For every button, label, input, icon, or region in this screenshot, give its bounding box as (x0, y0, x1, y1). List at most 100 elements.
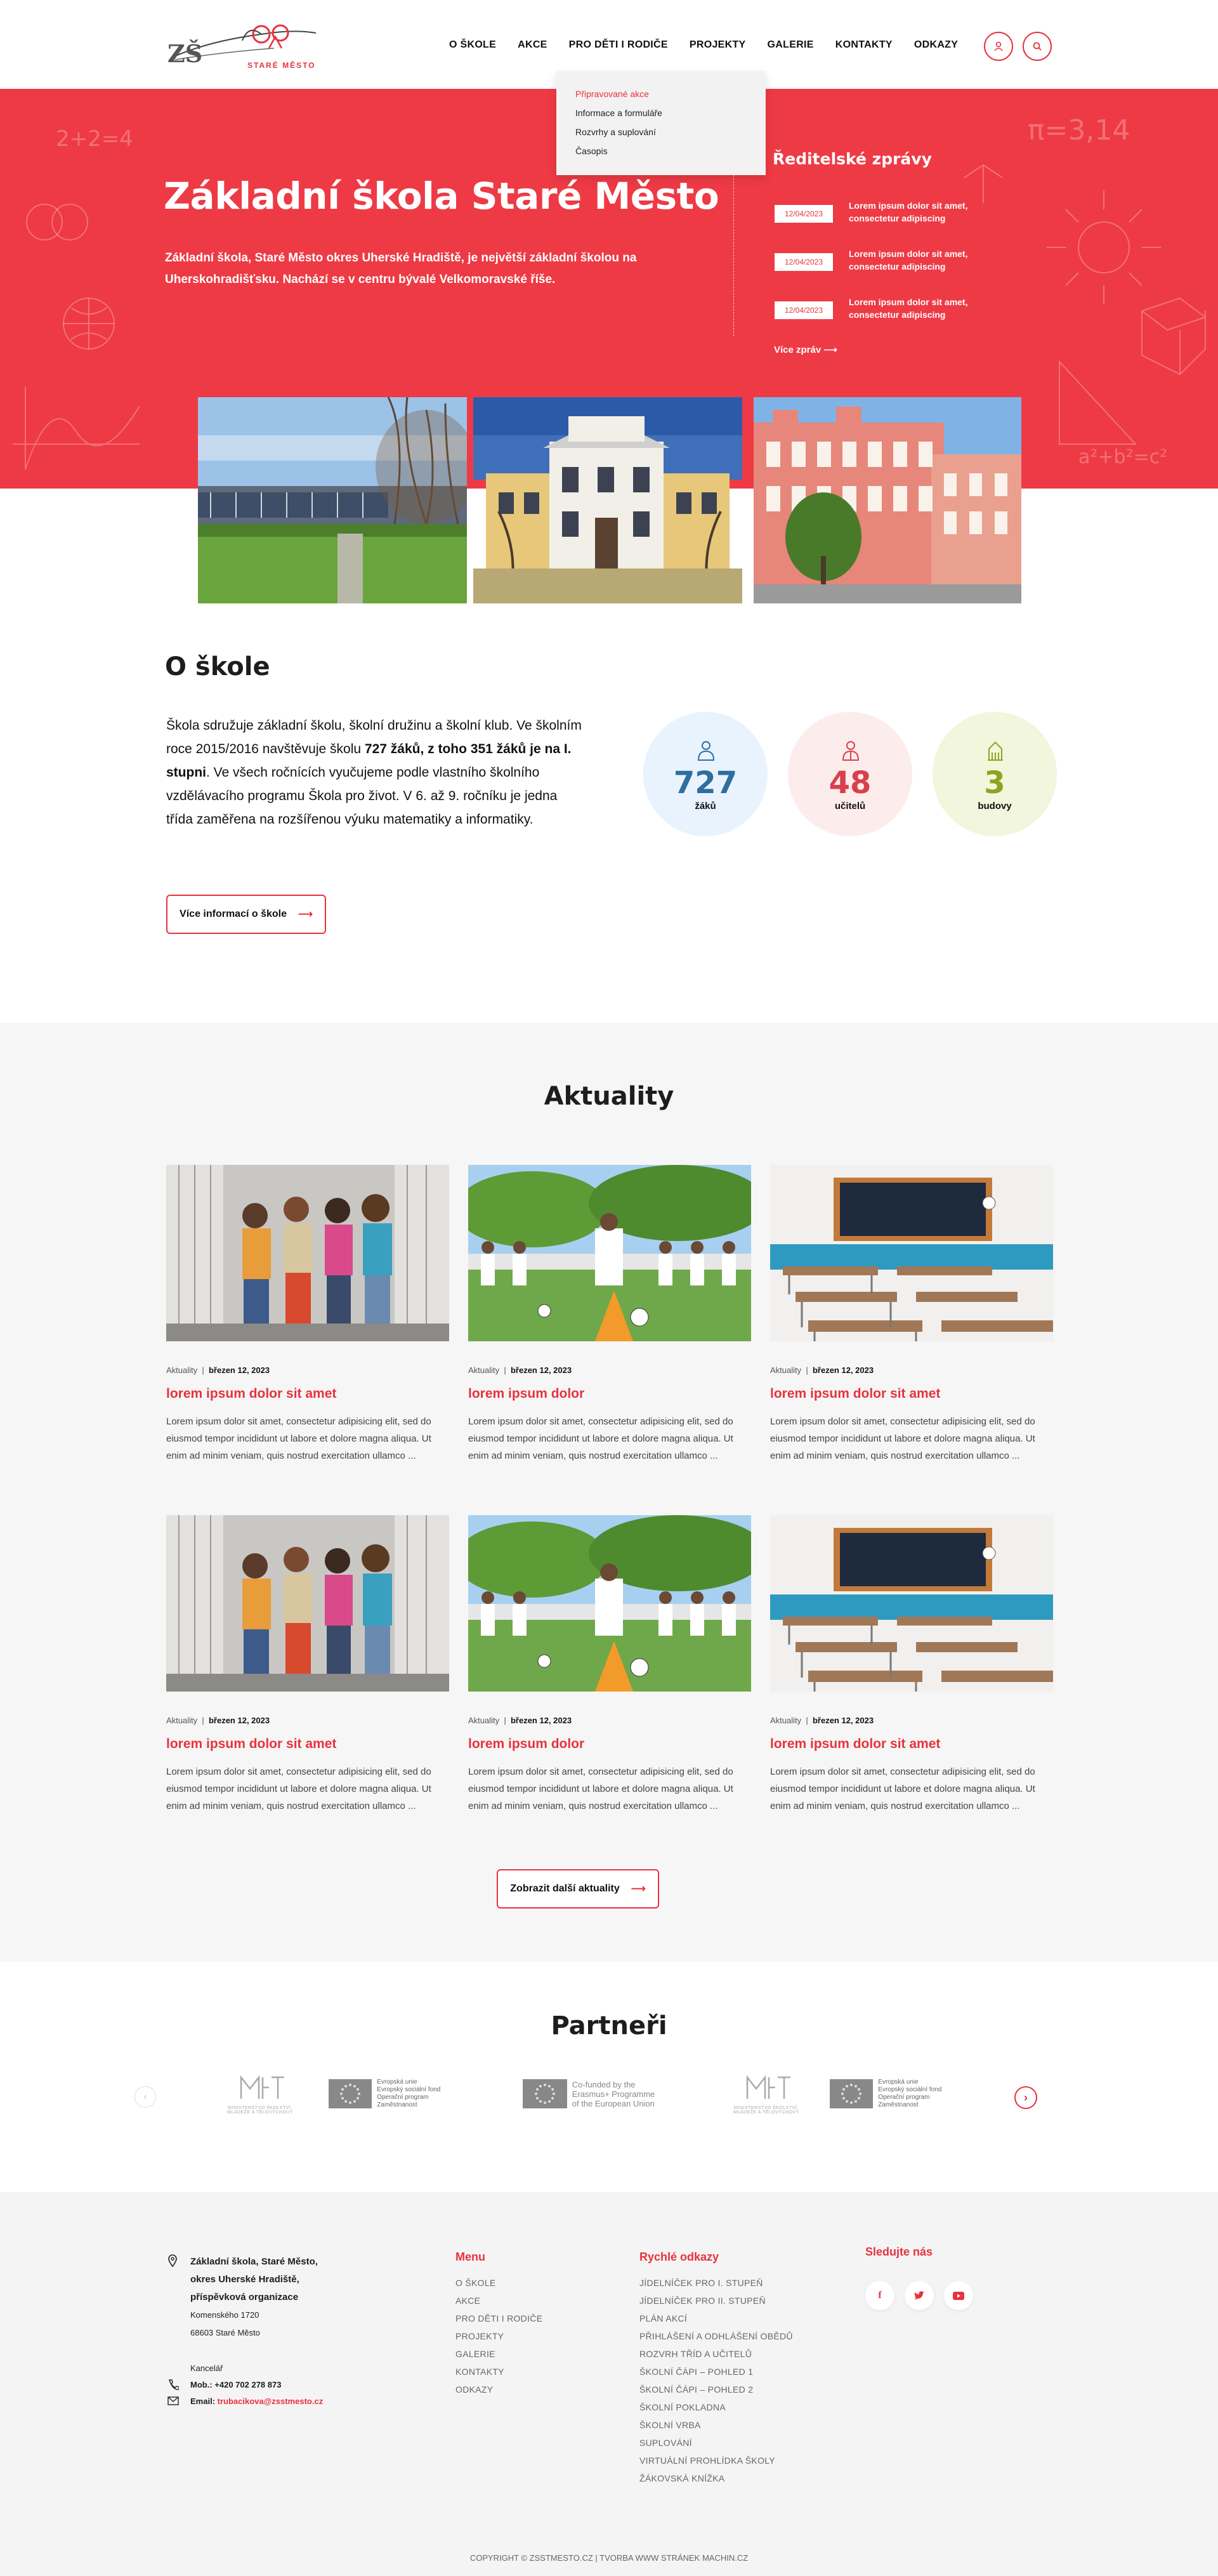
director-news-item[interactable]: 12/04/2023 Lorem ipsum dolor sit amet, c… (775, 293, 1042, 331)
office-label: Kancelář (190, 2363, 223, 2373)
news-meta: Aktuality | březen 12, 2023 (770, 1365, 874, 1375)
news-card[interactable]: Aktuality | březen 12, 2023 lorem ipsum … (468, 1165, 751, 1464)
esf-line: Evropská unie (377, 2079, 417, 2086)
more-news-button-label: Zobrazit další aktuality (510, 1883, 620, 1894)
footer-menu-item[interactable]: PRO DĚTI I RODIČE (455, 2313, 542, 2323)
dropdown-item-pripravovane-akce[interactable]: Připravované akce (575, 89, 747, 99)
footer-social-title: Sledujte nás (865, 2245, 933, 2258)
address-city: 68603 Staré Město (190, 2328, 260, 2337)
news-excerpt: Lorem ipsum dolor sit amet, consectetur … (468, 1416, 733, 1461)
stat-number: 3 (984, 765, 1005, 801)
news-card[interactable]: Aktuality | březen 12, 2023 lorem ipsum … (770, 1165, 1053, 1464)
partner-logo-esf[interactable]: Evropská unie Evropský sociální fond Opera… (830, 2072, 969, 2116)
partner-logo-msmt[interactable]: MINISTERSTVO ŠKOLSTVÍ, MLÁDEŽE A TĚLOVÝC… (190, 2072, 330, 2116)
director-news-item[interactable]: 12/04/2023 Lorem ipsum dolor sit amet, c… (775, 197, 1042, 235)
news-card[interactable]: Aktuality | březen 12, 2023 lorem ipsum … (770, 1515, 1053, 1815)
svg-text:a²+b²=c²: a²+b²=c² (1078, 446, 1167, 468)
news-image-kids-corridor (166, 1165, 449, 1341)
footer-phone[interactable]: Mob.: +420 702 278 873 (190, 2380, 281, 2389)
news-card-title[interactable]: lorem ipsum dolor sit amet (770, 1737, 1053, 1752)
news-card[interactable]: Aktuality | březen 12, 2023 lorem ipsum … (166, 1515, 449, 1815)
quick-link[interactable]: VIRTUÁLNÍ PROHLÍDKA ŠKOLY (639, 2455, 793, 2466)
user-icon (994, 41, 1003, 51)
news-date: 12/04/2023 (775, 205, 833, 223)
stat-label: žáků (695, 801, 716, 812)
news-excerpt: Lorem ipsum dolor sit amet, consectetur … (166, 1766, 431, 1811)
news-meta: Aktuality | březen 12, 2023 (166, 1716, 270, 1725)
quick-link[interactable]: ROZVRH TŘÍD A UČITELŮ (639, 2349, 793, 2359)
more-news-button[interactable]: Zobrazit další aktuality ⟶ (497, 1869, 659, 1909)
quick-link[interactable]: ŠKOLNÍ ČÁPI – POHLED 2 (639, 2384, 793, 2395)
address-street: Komenského 1720 (190, 2310, 259, 2320)
youtube-button[interactable] (944, 2281, 973, 2310)
news-card[interactable]: Aktuality | březen 12, 2023 lorem ipsum … (166, 1165, 449, 1464)
partner-logo-msmt[interactable]: MINISTERSTVO ŠKOLSTVÍ, MLÁDEŽE A TĚLOVÝC… (697, 2072, 836, 2116)
about-more-button[interactable]: Více informací o škole ⟶ (166, 895, 326, 934)
nav-item-pro-deti[interactable]: PRO DĚTI I RODIČE (569, 39, 668, 51)
news-card-title[interactable]: lorem ipsum dolor sit amet (770, 1386, 1053, 1402)
partners-prev-button[interactable]: ‹ (134, 2086, 156, 2108)
quick-link[interactable]: ŽÁKOVSKÁ KNÍŽKA (639, 2473, 793, 2483)
footer-menu-item[interactable]: GALERIE (455, 2349, 542, 2359)
nav-item-galerie[interactable]: GALERIE (768, 39, 814, 51)
school-logo[interactable]: ZŠ STARÉ MĚSTO (166, 15, 321, 74)
login-button[interactable] (984, 32, 1013, 61)
dropdown-item-rozvrhy[interactable]: Rozvrhy a suplování (575, 127, 747, 137)
partner-logo-erasmus[interactable]: Co-funded by the Erasmus+ Programme of the… (519, 2072, 658, 2116)
about-title: O škole (165, 652, 270, 681)
footer-email[interactable]: Email: trubacikova@zsstmesto.cz (190, 2396, 323, 2406)
dropdown-item-informace[interactable]: Informace a formuláře (575, 108, 747, 118)
news-excerpt: Lorem ipsum dolor sit amet, consectetur … (166, 1416, 431, 1461)
footer-menu-item[interactable]: O ŠKOLE (455, 2278, 542, 2288)
arrow-right-icon: ⟶ (631, 1884, 646, 1895)
logo-text: ZŠ (167, 39, 203, 68)
news-category: Aktuality (166, 1716, 198, 1725)
news-card[interactable]: Aktuality | březen 12, 2023 lorem ipsum … (468, 1515, 751, 1815)
news-card-title[interactable]: lorem ipsum dolor sit amet (166, 1737, 449, 1752)
facebook-button[interactable]: f (865, 2281, 894, 2310)
social-links: f (865, 2281, 973, 2310)
quick-link[interactable]: ŠKOLNÍ ČÁPI – POHLED 1 (639, 2367, 793, 2377)
about-text: Škola sdružuje základní školu, školní dr… (166, 714, 585, 831)
director-news-item[interactable]: 12/04/2023 Lorem ipsum dolor sit amet, c… (775, 245, 1042, 283)
nav-item-projekty[interactable]: PROJEKTY (690, 39, 746, 51)
quick-link[interactable]: JÍDELNÍČEK PRO I. STUPEŇ (639, 2278, 793, 2288)
news-card-title[interactable]: lorem ipsum dolor (468, 1386, 751, 1402)
footer-menu-item[interactable]: PROJEKTY (455, 2331, 542, 2341)
quick-link[interactable]: ŠKOLNÍ POKLADNA (639, 2402, 793, 2412)
quick-link[interactable]: ŠKOLNÍ VRBA (639, 2420, 793, 2430)
nav-item-odkazy[interactable]: ODKAZY (914, 39, 958, 51)
quick-link[interactable]: PŘIHLÁŠENÍ A ODHLÁŠENÍ OBĚDŮ (639, 2331, 793, 2341)
footer-menu-item[interactable]: KONTAKTY (455, 2367, 542, 2377)
map-pin-icon (168, 2254, 177, 2267)
twitter-button[interactable] (905, 2281, 934, 2310)
dropdown-item-casopis[interactable]: Časopis (575, 146, 747, 156)
news-date: 12/04/2023 (775, 301, 833, 319)
nav-item-o-skole[interactable]: O ŠKOLE (449, 39, 496, 51)
quick-link[interactable]: PLÁN AKCÍ (639, 2313, 793, 2323)
partner-logo-esf[interactable]: Evropská unie Evropský sociální fond Opera… (329, 2072, 468, 2116)
esf-line: Operační program Zaměstnanost (878, 2094, 930, 2108)
hero-title: Základní škola Staré Město (164, 174, 719, 218)
quick-link[interactable]: JÍDELNÍČEK PRO II. STUPEŇ (639, 2296, 793, 2306)
news-text: Lorem ipsum dolor sit amet, consectetur … (849, 200, 968, 223)
quick-link[interactable]: SUPLOVÁNÍ (639, 2438, 793, 2448)
director-news-title: Ředitelské zprávy (773, 150, 932, 168)
search-button[interactable] (1023, 32, 1052, 61)
phone-label: Mob.: (190, 2380, 213, 2389)
address-line: příspěvková organizace (190, 2292, 299, 2303)
footer-menu-item[interactable]: ODKAZY (455, 2384, 542, 2395)
more-news-link[interactable]: Více zpráv ⟶ (774, 344, 837, 355)
partners-next-button[interactable]: › (1014, 2086, 1037, 2109)
nav-item-kontakty[interactable]: KONTAKTY (835, 39, 893, 51)
news-image-classroom (770, 1515, 1053, 1692)
news-date: březen 12, 2023 (812, 1716, 874, 1725)
nav-item-akce[interactable]: AKCE (518, 39, 547, 51)
news-card-title[interactable]: lorem ipsum dolor (468, 1737, 751, 1752)
erasmus-line: of the European Union (572, 2098, 655, 2108)
news-card-title[interactable]: lorem ipsum dolor sit amet (166, 1386, 449, 1402)
student-icon (697, 741, 715, 761)
news-image-football (468, 1515, 751, 1692)
footer-menu-item[interactable]: AKCE (455, 2296, 542, 2306)
phone-number: +420 702 278 873 (214, 2380, 282, 2389)
